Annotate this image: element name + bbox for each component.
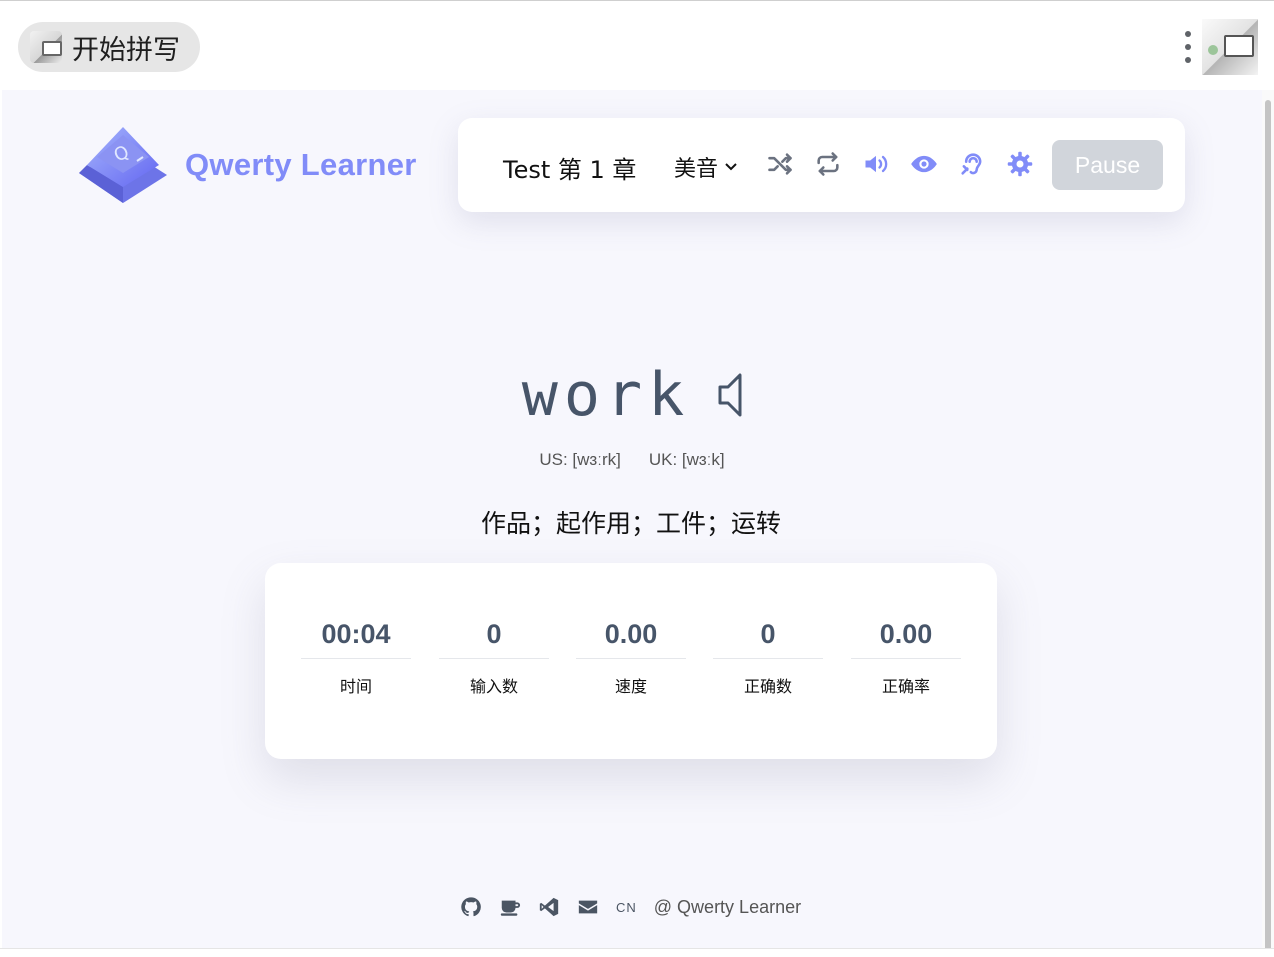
- stat-time: 00:04 时间: [301, 619, 411, 697]
- more-options-icon[interactable]: [1183, 31, 1193, 63]
- stat-value: 0.00: [576, 619, 686, 659]
- coffee-icon[interactable]: [499, 896, 521, 918]
- uk-phonetic: UK: [wɜːk]: [648, 450, 725, 469]
- start-spelling-chip[interactable]: 开始拼写: [18, 22, 200, 72]
- mail-icon[interactable]: [577, 896, 599, 918]
- stat-label: 速度: [614, 677, 647, 696]
- stat-label: 正确率: [881, 677, 930, 696]
- main-page: Q Qwerty Learner Test 第 1 章 美音 Pause wor…: [2, 90, 1262, 948]
- translation: 作品；起作用；工件；运转: [480, 509, 781, 538]
- language-toggle[interactable]: CN: [616, 900, 637, 915]
- keycap-logo-icon: Q: [79, 127, 167, 203]
- footer: CN @ Qwerty Learner: [460, 896, 801, 918]
- pronunciation-label: 美音: [674, 157, 719, 182]
- bottom-edge: [0, 948, 1274, 957]
- settings-icon[interactable]: [1004, 148, 1036, 180]
- shuffle-icon[interactable]: [764, 148, 796, 180]
- loop-icon[interactable]: [812, 148, 844, 180]
- stat-correct-count: 0 正确数: [713, 619, 823, 697]
- current-word: work: [521, 360, 691, 430]
- phonetics: US: [wɜːrk] UK: [wɜːk]: [2, 450, 1262, 470]
- stat-label: 时间: [339, 677, 372, 696]
- eye-icon[interactable]: [908, 148, 940, 180]
- stats-card: 00:04 时间 0 输入数 0.00 速度 0 正确数 0.00 正确率: [265, 563, 997, 759]
- pronunciation-select[interactable]: 美音: [674, 151, 738, 183]
- stat-value: 0: [713, 619, 823, 659]
- stat-accuracy: 0.00 正确率: [851, 619, 961, 697]
- chapter-selector[interactable]: Test 第 1 章: [503, 150, 636, 185]
- pause-button[interactable]: Pause: [1052, 140, 1163, 190]
- stat-speed: 0.00 速度: [576, 619, 686, 697]
- hearing-icon[interactable]: [956, 148, 988, 180]
- footer-credit[interactable]: @ Qwerty Learner: [654, 897, 801, 918]
- brand-logo[interactable]: Q Qwerty Learner: [77, 125, 417, 205]
- app-bar: 开始拼写: [0, 0, 1274, 90]
- github-icon[interactable]: [460, 896, 482, 918]
- stat-value: 00:04: [301, 619, 411, 659]
- app-thumbnail: [30, 31, 62, 63]
- start-spelling-label: 开始拼写: [72, 34, 180, 66]
- stat-input-count: 0 输入数: [439, 619, 549, 697]
- stat-value: 0.00: [851, 619, 961, 659]
- brand-name: Qwerty Learner: [185, 147, 417, 182]
- stat-label: 正确数: [743, 677, 792, 696]
- stat-value: 0: [439, 619, 549, 659]
- toolbar: Test 第 1 章 美音 Pause: [458, 118, 1185, 212]
- speaker-icon[interactable]: [714, 370, 754, 420]
- volume-icon[interactable]: [860, 148, 892, 180]
- vscode-icon[interactable]: [538, 896, 560, 918]
- avatar[interactable]: [1202, 19, 1258, 75]
- chevron-down-icon: [725, 163, 737, 171]
- word-display: work: [2, 360, 1262, 430]
- stat-label: 输入数: [469, 677, 518, 696]
- us-phonetic: US: [wɜːrk]: [539, 450, 621, 469]
- scrollbar-thumb[interactable]: [1265, 100, 1271, 952]
